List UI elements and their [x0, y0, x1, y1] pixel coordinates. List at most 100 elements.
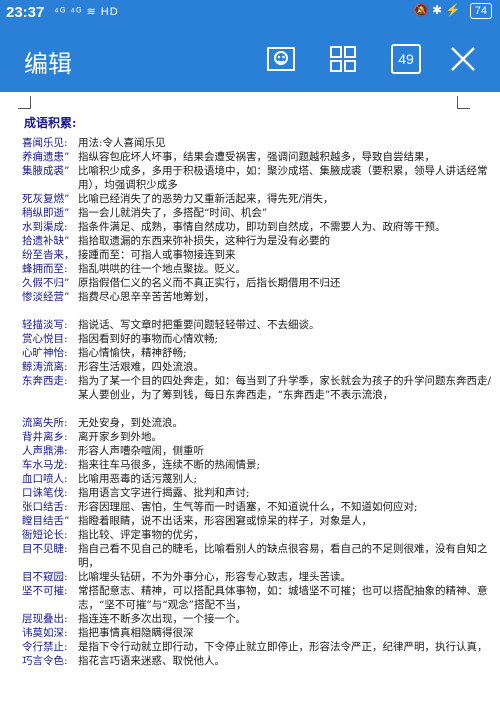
document-image[interactable]: 成语积累: 喜闻乐见: 用法:令人喜闻乐见 养痈遗患” 指纵容包庇坏人坏事，结果会遭… — [0, 92, 500, 711]
idiom-term: 讳莫如深: — [22, 627, 68, 639]
idiom-term: 集腋成裘” — [22, 165, 70, 177]
list-item: 血口喷人: 比喻用恶毒的话污蔑别人; — [22, 472, 494, 486]
idiom-definition: 接踵而至：可指人或事物接连到来 — [78, 249, 236, 261]
idiom-term: 鲸涛流离: — [22, 361, 68, 373]
idiom-definition: 用法:令人喜闻乐见 — [78, 137, 166, 149]
list-item: 衙短论长: 指比较、评定事物的优劣， — [22, 528, 494, 542]
page-count-button[interactable]: 49 — [391, 44, 421, 74]
idiom-term: 车水马龙: — [22, 459, 68, 471]
battery-icon: 74 — [469, 3, 492, 19]
idiom-definition: 比喻积少成多，多用于积极语境中，如：聚沙成塔、集腋成裘（要积累，领导人讲话经常用… — [78, 165, 488, 191]
idiom-definition: 指比较、评定事物的优劣， — [78, 529, 204, 541]
signal-wifi-icons: ⁴ᴳ ⁴ᴳ ≋ HD — [54, 6, 119, 18]
idiom-definition: 无处安身，到处流浪。 — [78, 417, 183, 429]
idiom-term: 水到渠成: — [22, 221, 68, 233]
list-item: 东奔西走: 指为了某一个目的四处奔走，如：每当到了升学季，家长就会为孩子的升学问题… — [22, 374, 494, 402]
list-item: 坚不可摧: 常搭配意志、精神，可以搭配具体事物，如：城墙坚不可摧；也可以搭配抽象的… — [22, 584, 494, 612]
list-item: 喜闻乐见: 用法:令人喜闻乐见 — [22, 136, 494, 150]
idiom-definition: 指条件满足、成熟，事情自然成功，即功到自然成，不需要人为、政府等干预。 — [78, 221, 446, 233]
idiom-definition: 指为了某一个目的四处奔走，如：每当到了升学季，家长就会为孩子的升学问题东奔西走/… — [78, 375, 492, 401]
idiom-term: 令行禁止: — [22, 641, 68, 653]
idiom-definition: 指乱哄哄的往一个地点聚拢。贬义。 — [78, 263, 246, 275]
list-item: 口诛笔伐: 指用语言文字进行揭露、批判和声讨; — [22, 486, 494, 500]
crop-corner-top-right — [457, 96, 470, 109]
doc-heading: 成语积累: — [24, 116, 77, 130]
idiom-term: 心旷神怡: — [22, 347, 68, 359]
list-item: 蜂拥而至: 指乱哄哄的往一个地点聚拢。贬义。 — [22, 262, 494, 276]
idiom-definition: 指来往车马很多，连续不断的热闹情景; — [78, 459, 261, 471]
system-icons: 🔕 ✱ ⚡ — [413, 3, 461, 17]
idiom-term: 蜂拥而至: — [22, 263, 68, 275]
list-item: 讳莫如深: 指把事情真相隐瞒得很深 — [22, 626, 494, 640]
list-item: 水到渠成: 指条件满足、成熟，事情自然成功，即功到自然成，不需要人为、政府等干预。 — [22, 220, 494, 234]
idiom-term: 久假不归” — [22, 277, 70, 289]
idiom-term: 衙短论长: — [22, 529, 68, 541]
idiom-term: 人声鼎沸: — [22, 445, 68, 457]
list-item: 久假不归” 原指假借仁义的名义而不真正实行，后指长期借用不归还 — [22, 276, 494, 290]
idiom-definition: 离开家乡到外地。 — [78, 431, 162, 443]
idiom-definition: 指连连不断多次出现，一个接一个。 — [78, 613, 246, 625]
list-item: 张口结舌: 形容因理屈、害怕，生气等而一时语塞，不知道说什么，不知道如何应对; — [22, 500, 494, 514]
idiom-definition: 指一会儿就消失了，多搭配“时间、机会” — [78, 207, 268, 219]
idiom-term: 血口喷人: — [22, 473, 68, 485]
status-time: 23:37 — [6, 4, 45, 21]
idiom-definition: 比喻已经消失了的恶势力又重新活起来，得先死/消失， — [78, 193, 334, 205]
list-item: 拾遗补缺” 指拾取遗漏的东西来弥补损失，这种行为是没有必要的 — [22, 234, 494, 248]
idiom-definition: 指拾取遗漏的东西来弥补损失，这种行为是没有必要的 — [78, 235, 330, 247]
idiom-definition: 指瞪着眼睛，说不出话来，形容困窘或惊呆的样子，对象是人， — [78, 515, 372, 527]
list-item: 心旷神怡: 指心情愉快，精神舒畅; — [22, 346, 494, 360]
list-item: 目不见睫: 指自己看不见自己的睫毛，比喻看别人的缺点很容易，看自己的不足则很难，没… — [22, 542, 494, 570]
idiom-definition: 指心情愉快，精神舒畅; — [78, 347, 187, 359]
idiom-definition: 指纵容包庇坏人坏事，结果会遭受祸害，强调问题越积越多，导致自尝结果， — [78, 151, 435, 163]
idiom-term: 目不见睫: — [22, 543, 68, 555]
idiom-definition: 比喻埋头钻研，不为外事分心，形容专心致志，埋头苦读。 — [78, 571, 351, 583]
list-item: 车水马龙: 指来往车马很多，连续不断的热闹情景; — [22, 458, 494, 472]
idiom-term: 喜闻乐见: — [22, 137, 68, 149]
idiom-list: 喜闻乐见: 用法:令人喜闻乐见 养痈遗患” 指纵容包庇坏人坏事，结果会遭受祸害，强调… — [22, 136, 494, 668]
idiom-term: 纷至沓来， — [22, 249, 75, 261]
list-item: 人声鼎沸: 形容人声嘈杂喧闹，侧重听 — [22, 444, 494, 458]
list-item: 目不窥园: 比喻埋头钻研，不为外事分心，形容专心致志，埋头苦读。 — [22, 570, 494, 584]
list-item: 巧言令色: 指花言巧语来迷惑、取悦他人。 — [22, 654, 494, 668]
idiom-definition: 指费尽心思辛辛苦苦地筹划， — [78, 291, 215, 303]
idiom-term: 瞠目结舌” — [22, 515, 70, 527]
image-recognize-icon — [267, 47, 295, 71]
app-title: 编辑 — [24, 50, 72, 78]
idiom-term: 层现叠出: — [22, 613, 68, 625]
idiom-definition: 是指下令行动就立即行动，下令停止就立即停止，形容法令严正，纪律严明，执行认真， — [78, 641, 488, 653]
idiom-term: 口诛笔伐: — [22, 487, 68, 499]
close-button[interactable] — [446, 42, 480, 76]
list-item: 背井离乡: 离开家乡到外地。 — [22, 430, 494, 444]
idiom-term: 巧言令色: — [22, 655, 68, 667]
app-bar: 编辑 49 — [0, 26, 500, 92]
idiom-term: 东奔西走: — [22, 375, 68, 387]
idiom-term: 背井离乡: — [22, 431, 68, 443]
list-item: 层现叠出: 指连连不断多次出现，一个接一个。 — [22, 612, 494, 626]
idiom-term: 轻描淡写: — [22, 319, 68, 331]
idiom-term: 张口结舌: — [22, 501, 68, 513]
status-bar: 23:37 ⁴ᴳ ⁴ᴳ ≋ HD 🔕 ✱ ⚡ 74 — [0, 0, 500, 26]
idiom-definition: 形容生活艰难，四处流浪。 — [78, 361, 204, 373]
idiom-definition: 指说话、写文章时把重要问题轻轻带过、不去细谈。 — [78, 319, 320, 331]
list-item: 赏心悦目: 指因看到好的事物而心情欢畅; — [22, 332, 494, 346]
idiom-term: 流离失所: — [22, 417, 68, 429]
idiom-term: 死灰复燃” — [22, 193, 70, 205]
list-item: 惨淡经营” 指费尽心思辛辛苦苦地筹划， — [22, 290, 494, 304]
list-item: 流离失所: 无处安身，到处流浪。 — [22, 416, 494, 430]
idiom-term: 赏心悦目: — [22, 333, 68, 345]
grid-view-button[interactable] — [326, 42, 360, 76]
crop-corner-top-left — [18, 96, 31, 109]
list-item: 死灰复燃” 比喻已经消失了的恶势力又重新活起来，得先死/消失， — [22, 192, 494, 206]
grid-icon — [330, 46, 356, 72]
image-recognize-button[interactable] — [264, 42, 298, 76]
idiom-definition: 原指假借仁义的名义而不真正实行，后指长期借用不归还 — [78, 277, 341, 289]
idiom-term: 稍纵即逝” — [22, 207, 70, 219]
list-item: 轻描淡写: 指说话、写文章时把重要问题轻轻带过、不去细谈。 — [22, 318, 494, 332]
idiom-term: 拾遗补缺” — [22, 235, 70, 247]
idiom-definition: 比喻用恶毒的话污蔑别人; — [78, 473, 198, 485]
idiom-term: 养痈遗患” — [22, 151, 70, 163]
idiom-term: 目不窥园: — [22, 571, 68, 583]
list-item: 令行禁止: 是指下令行动就立即行动，下令停止就立即停止，形容法令严正，纪律严明，执… — [22, 640, 494, 654]
